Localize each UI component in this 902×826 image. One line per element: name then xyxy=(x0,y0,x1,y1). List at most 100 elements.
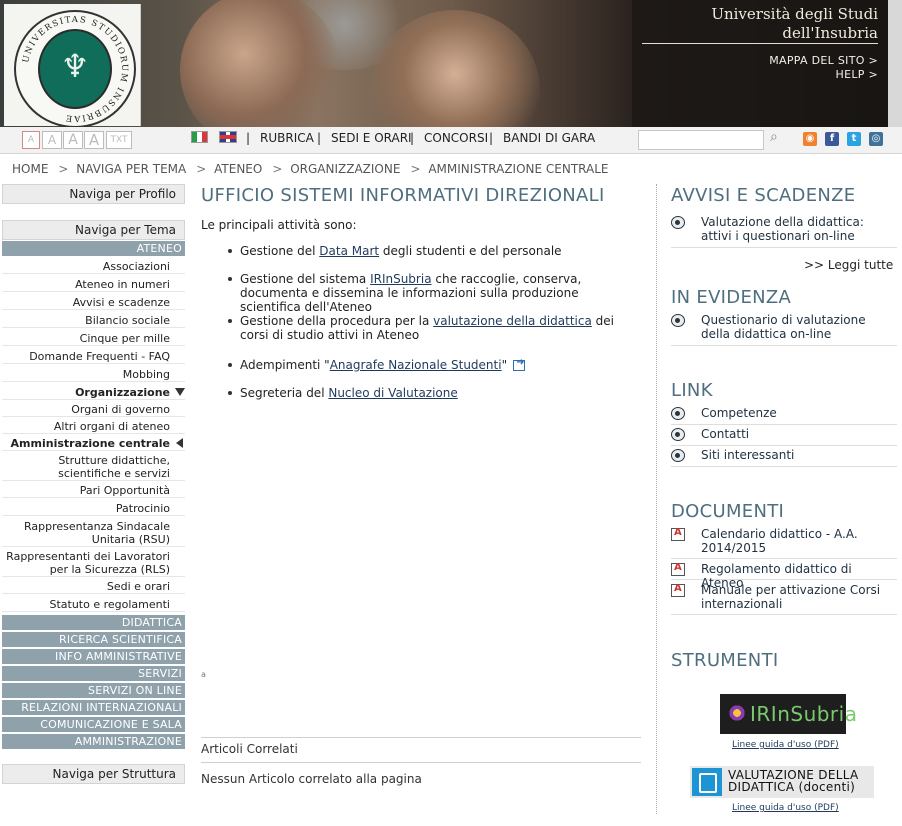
sidebar-item-associazioni[interactable]: Associazioni xyxy=(2,260,185,274)
seal-emblem: ♆ xyxy=(38,29,112,109)
documento-item[interactable]: Regolamento didattico di Ateneo xyxy=(671,562,897,590)
bullet xyxy=(228,277,232,281)
sidebar-item-faq[interactable]: Domande Frequenti - FAQ xyxy=(2,350,185,364)
eye-icon xyxy=(671,216,685,229)
search-input[interactable] xyxy=(638,130,764,150)
italian-flag-icon[interactable] xyxy=(191,131,208,143)
sidebar-category-info-amministrative[interactable]: INFO AMMINISTRATIVE xyxy=(2,649,185,664)
tiny-link[interactable]: a xyxy=(201,670,206,679)
sidebar-item-strutture-didattiche[interactable]: Strutture didattiche, scientifiche e ser… xyxy=(2,454,185,481)
leggi-tutte-link[interactable]: >> Leggi tutte xyxy=(804,258,893,272)
sidebar-naviga-per-struttura[interactable]: Naviga per Struttura xyxy=(2,764,185,784)
sidebar-item-patrocinio[interactable]: Patrocinio xyxy=(2,502,185,516)
anagrafe-studenti-link[interactable]: Anagrafe Nazionale Studenti xyxy=(330,358,502,372)
sidebar-category-comunicazione[interactable]: COMUNICAZIONE E SALA STAMPA xyxy=(2,717,185,746)
sidebar-item-organizzazione-label: Organizzazione xyxy=(75,386,170,399)
nav-sedi-orari[interactable]: SEDI E ORARI xyxy=(331,131,412,145)
sidebar-item-rls[interactable]: Rappresentanti dei Lavoratori per la Sic… xyxy=(2,550,185,577)
breadcrumb-organizzazione[interactable]: ORGANIZZAZIONE xyxy=(290,162,400,176)
sidebar-item-bilancio-sociale[interactable]: Bilancio sociale xyxy=(2,314,185,328)
rss-icon[interactable]: ◉ xyxy=(803,132,817,146)
breadcrumb-separator: > xyxy=(272,162,283,176)
breadcrumb-ateneo[interactable]: ATENEO xyxy=(214,162,262,176)
font-size-s-button[interactable]: A xyxy=(42,131,62,149)
sidebar-item-amministrazione-centrale[interactable]: Amministrazione centrale xyxy=(2,437,185,451)
sidebar-item-organi-di-governo[interactable]: Organi di governo xyxy=(2,403,185,417)
banner-edge xyxy=(888,0,902,127)
sidebar-item-sedi-e-orari[interactable]: Sedi e orari xyxy=(2,580,185,594)
sidebar-item-pari-opportunita[interactable]: Pari Opportunità xyxy=(2,484,185,498)
sidebar-naviga-per-profilo[interactable]: Naviga per Profilo xyxy=(2,184,185,204)
nav-concorsi[interactable]: CONCORSI xyxy=(424,131,488,145)
text-only-button[interactable]: TXT xyxy=(106,131,132,149)
font-size-xs-button[interactable]: A xyxy=(22,131,40,149)
breadcrumb-home[interactable]: HOME xyxy=(12,162,48,176)
twitter-icon[interactable]: t xyxy=(847,132,861,146)
nav-separator: | xyxy=(246,131,251,145)
breadcrumb-separator: > xyxy=(58,162,69,176)
activity-text: " xyxy=(501,358,508,372)
nav-bandi-di-gara[interactable]: BANDI DI GARA xyxy=(503,131,595,145)
link-item-competenze[interactable]: Competenze xyxy=(671,406,897,425)
irinsubria-logo-icon xyxy=(728,704,746,722)
external-link-icon[interactable] xyxy=(513,356,526,371)
breadcrumb: HOME > NAVIGA PER TEMA > ATENEO > ORGANIZZA… xyxy=(12,162,613,176)
documento-item-label: Calendario didattico - A.A. 2014/2015 xyxy=(701,527,858,555)
bullet xyxy=(228,363,232,367)
valutazione-didattica-link[interactable]: valutazione della didattica xyxy=(433,314,592,328)
help-link[interactable]: HELP > xyxy=(836,68,879,81)
sidebar-item-ateneo-in-numeri[interactable]: Ateneo in numeri xyxy=(2,278,185,292)
irinsubria-logo[interactable]: IRInSubria xyxy=(720,694,857,734)
sidebar-item-cinque-per-mille[interactable]: Cinque per mille xyxy=(2,332,185,346)
font-size-m-button[interactable]: A xyxy=(63,131,83,149)
sidebar-item-organizzazione[interactable]: Organizzazione xyxy=(2,386,185,400)
sidebar-category-trasparente[interactable]: AMMINISTRAZIONE TRASPARENTE xyxy=(2,734,185,763)
sidebar-item-statuto[interactable]: Statuto e regolamenti xyxy=(2,598,185,612)
eye-icon xyxy=(671,428,685,441)
university-logo[interactable]: UNIVERSITAS STUDIORUM INSUBRIAE ♆ xyxy=(4,4,141,127)
documento-item[interactable]: Calendario didattico - A.A. 2014/2015 xyxy=(671,527,897,559)
pdf-icon xyxy=(671,527,685,541)
sidebar-item-avvisi-e-scadenze[interactable]: Avvisi e scadenze xyxy=(2,296,185,310)
documento-item[interactable]: Manuale per attivazione Corsi internazio… xyxy=(671,583,897,615)
sidebar-category-ricerca[interactable]: RICERCA SCIENTIFICA xyxy=(2,632,185,647)
irinsubria-guide-link[interactable]: Linee guida d'uso (PDF) xyxy=(732,740,839,750)
data-mart-link[interactable]: Data Mart xyxy=(319,244,379,258)
activity-text: Gestione del sistema xyxy=(240,272,371,286)
sidebar-item-mobbing[interactable]: Mobbing xyxy=(2,368,185,382)
irinsubria-link[interactable]: IRInSubria xyxy=(370,272,431,286)
sidebar-naviga-per-tema[interactable]: Naviga per Tema xyxy=(2,220,185,240)
sidebar-category-servizi[interactable]: SERVIZI xyxy=(2,666,185,681)
instagram-icon[interactable]: ◎ xyxy=(869,132,883,146)
sidebar-category-didattica[interactable]: DIDATTICA xyxy=(2,615,185,630)
site-map-link[interactable]: MAPPA DEL SITO > xyxy=(769,54,878,67)
link-item-contatti[interactable]: Contatti xyxy=(671,427,897,446)
nav-rubrica[interactable]: RUBRICA xyxy=(260,131,314,145)
english-flag-icon[interactable] xyxy=(219,131,237,143)
font-size-l-button[interactable]: A xyxy=(84,131,104,149)
evidenza-item[interactable]: Questionario di valutazione della didatt… xyxy=(671,313,897,346)
link-item-siti-interessanti[interactable]: Siti interessanti xyxy=(671,448,897,467)
sidebar-category-servizi-on-line[interactable]: SERVIZI ON LINE xyxy=(2,683,185,698)
facebook-icon[interactable]: f xyxy=(825,132,839,146)
link-item-label: Siti interessanti xyxy=(701,448,795,462)
activity-item: Segreteria del Nucleo di Valutazione xyxy=(240,386,635,400)
bullet xyxy=(228,249,232,253)
sidebar-item-rsu[interactable]: Rappresentanza Sindacale Unitaria (RSU) xyxy=(2,520,185,547)
valutazione-guide-link[interactable]: Linee guida d'uso (PDF) xyxy=(732,803,839,813)
activity-text: Adempimenti " xyxy=(240,358,330,372)
sidebar-item-altri-organi[interactable]: Altri organi di ateneo xyxy=(2,420,185,434)
activity-text: Segreteria del xyxy=(240,386,329,400)
banner-divider xyxy=(642,43,878,44)
valutazione-didattica-logo[interactable]: VALUTAZIONE DELLA DIDATTICA (docenti) xyxy=(690,766,874,798)
nucleo-valutazione-link[interactable]: Nucleo di Valutazione xyxy=(328,386,457,400)
activity-item: Gestione del Data Mart degli studenti e … xyxy=(240,244,635,258)
avvisi-item[interactable]: Valutazione della didattica: attivi i qu… xyxy=(671,215,897,248)
sidebar-category-relazioni-internazionali[interactable]: RELAZIONI INTERNAZIONALI xyxy=(2,700,185,715)
sidebar-category-ateneo[interactable]: ATENEO xyxy=(2,241,185,256)
breadcrumb-naviga-per-tema[interactable]: NAVIGA PER TEMA xyxy=(76,162,186,176)
eye-icon xyxy=(671,407,685,420)
search-icon[interactable]: ⌕ xyxy=(770,129,778,145)
nav-separator: | xyxy=(317,131,322,145)
university-name-line1: Università degli Studi xyxy=(711,5,878,23)
